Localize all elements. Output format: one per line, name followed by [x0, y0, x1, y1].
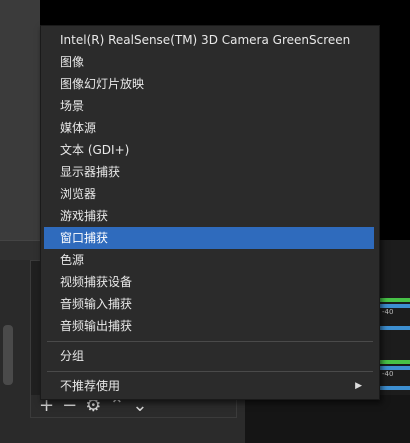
menu-item-audio-input-capture[interactable]: 音频输入捕获 [44, 293, 374, 315]
add-source-context-menu: Intel(R) RealSense(TM) 3D Camera GreenSc… [40, 25, 380, 400]
volume-meter-green [378, 298, 410, 302]
volume-slider[interactable] [378, 326, 410, 330]
menu-item-video-capture-device[interactable]: 视频捕获设备 [44, 271, 374, 293]
menu-item-audio-output-capture[interactable]: 音频输出捕获 [44, 315, 374, 337]
menu-item-deprecated[interactable]: 不推荐使用 ▶ [44, 375, 374, 397]
volume-slider[interactable] [378, 386, 410, 390]
menu-item-window-capture[interactable]: 窗口捕获 [44, 227, 374, 249]
controls-panel [245, 395, 410, 443]
menu-item-text-gdi[interactable]: 文本 (GDI+) [44, 139, 374, 161]
menu-item-image[interactable]: 图像 [44, 51, 374, 73]
volume-meter-green [378, 360, 410, 364]
menu-separator [47, 371, 373, 372]
menu-item-color-source[interactable]: 色源 [44, 249, 374, 271]
menu-item-image-slideshow[interactable]: 图像幻灯片放映 [44, 73, 374, 95]
left-dock-background [0, 0, 40, 245]
menu-item-display-capture[interactable]: 显示器捕获 [44, 161, 374, 183]
menu-item-scene[interactable]: 场景 [44, 95, 374, 117]
menu-item-browser[interactable]: 浏览器 [44, 183, 374, 205]
menu-item-game-capture[interactable]: 游戏捕获 [44, 205, 374, 227]
scenes-scrollbar[interactable] [3, 325, 13, 385]
meter-tick-label: -40 [382, 370, 394, 378]
menu-item-group[interactable]: 分组 [44, 345, 374, 367]
menu-item-media-source[interactable]: 媒体源 [44, 117, 374, 139]
meter-tick-label: -40 [382, 308, 394, 316]
deprecated-label: 不推荐使用 [60, 379, 121, 393]
menu-item-realsense[interactable]: Intel(R) RealSense(TM) 3D Camera GreenSc… [44, 29, 374, 51]
submenu-arrow-icon: ▶ [355, 381, 362, 391]
menu-separator [47, 341, 373, 342]
